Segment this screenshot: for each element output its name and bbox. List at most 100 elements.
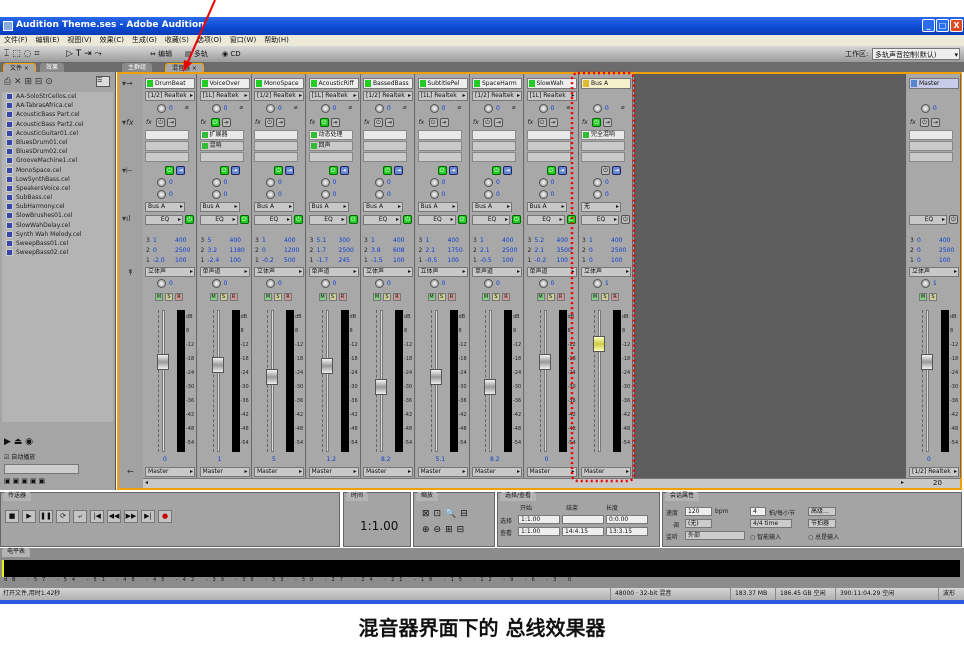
pan-knob[interactable]: [266, 279, 275, 288]
fx-slot[interactable]: [145, 152, 189, 162]
send-level-knob[interactable]: [157, 178, 166, 187]
send-level-value[interactable]: 0: [442, 179, 446, 186]
menu-view[interactable]: 视图(V): [67, 36, 91, 44]
send-level-value[interactable]: 0: [387, 179, 391, 186]
zoom-horizontal-icons[interactable]: ⊠⊡🔍⊟: [422, 509, 472, 519]
volume-knob[interactable]: [429, 104, 439, 113]
eq-button[interactable]: EQ: [308, 215, 347, 225]
fx-slot[interactable]: [472, 141, 516, 151]
volume-fader-track[interactable]: [926, 310, 929, 452]
mute-button[interactable]: M: [264, 293, 272, 301]
eq-gain-value[interactable]: 1: [262, 237, 266, 244]
track-name-field[interactable]: AcousticRiff: [308, 78, 359, 89]
volume-knob[interactable]: [538, 104, 548, 113]
file-item[interactable]: SpeakersVoice.cel: [2, 184, 113, 193]
send-prefader-button[interactable]: ⇥: [612, 166, 621, 175]
input-select[interactable]: [1L] Realtek: [526, 91, 577, 101]
record-arm-button[interactable]: R: [611, 293, 619, 301]
fx-slot[interactable]: [472, 130, 516, 140]
eq-button[interactable]: EQ: [526, 215, 565, 225]
eq-gain-value[interactable]: 3.8: [371, 247, 381, 254]
solo-button[interactable]: S: [546, 293, 555, 301]
view-end-field[interactable]: 14:4.15: [562, 527, 604, 536]
track-name-field[interactable]: Master: [909, 78, 959, 89]
eq-button[interactable]: EQ: [254, 215, 292, 225]
volume-fader-handle[interactable]: [538, 354, 551, 370]
mute-button[interactable]: M: [373, 293, 381, 301]
send-power-button[interactable]: ⏻: [274, 166, 283, 175]
eq-gain-value[interactable]: -2.0: [153, 257, 165, 264]
eq-frequency-value[interactable]: 400: [284, 237, 295, 244]
send-pan-knob[interactable]: [375, 190, 384, 199]
eq-button[interactable]: EQ: [909, 215, 947, 225]
send-level-value[interactable]: 0: [169, 179, 173, 186]
send-pan-knob[interactable]: [266, 190, 275, 199]
send-prefader-button[interactable]: ⇥: [394, 166, 403, 175]
file-item[interactable]: SubBass.cel: [2, 193, 113, 202]
send-bus-select[interactable]: 无: [581, 202, 621, 212]
time-selection-tool-icon[interactable]: ⌶ ⬚ ◌ ⌗: [4, 48, 39, 60]
fx-prefader-button[interactable]: ⇥: [276, 118, 285, 127]
pan-value[interactable]: 0: [551, 280, 555, 287]
eq-gain-value[interactable]: 1: [426, 237, 430, 244]
pan-knob[interactable]: [375, 279, 384, 288]
fx-slot[interactable]: [417, 152, 462, 162]
multitrack-view-button[interactable]: ▤ 多轨: [185, 48, 208, 60]
input-select[interactable]: [1L] Realtek: [199, 91, 250, 101]
input-select[interactable]: [1L] Realtek: [417, 91, 468, 101]
pan-knob[interactable]: [157, 279, 166, 288]
volume-value[interactable]: 0: [496, 105, 500, 112]
send-pan-knob[interactable]: [157, 190, 166, 199]
file-item[interactable]: Synth Wah Melody.cel: [2, 230, 113, 239]
send-level-knob[interactable]: [266, 178, 275, 187]
scroll-right-icon[interactable]: ▸: [901, 479, 904, 486]
file-filter-select[interactable]: [4, 464, 79, 474]
mute-button[interactable]: M: [591, 293, 599, 301]
loop-button[interactable]: ⤶: [73, 510, 87, 523]
eq-frequency-value[interactable]: 2500: [502, 247, 517, 254]
key-select[interactable]: (无): [685, 519, 712, 528]
pan-value[interactable]: 1: [933, 280, 937, 287]
send-bus-select[interactable]: Bus A: [526, 202, 567, 212]
stop-button[interactable]: ■: [5, 510, 19, 523]
volume-fader-track[interactable]: [216, 310, 220, 452]
volume-value[interactable]: 0: [169, 105, 173, 112]
beats-field[interactable]: 4: [750, 507, 766, 516]
file-type-filter-buttons[interactable]: ▣▣▣▣▣: [4, 477, 47, 485]
fx-row-toggle[interactable]: ▾fx: [122, 118, 134, 127]
eq-gain-value[interactable]: 0: [917, 257, 921, 264]
eq-gain-value[interactable]: 5.2: [535, 237, 545, 244]
fx-power-button[interactable]: ⏻: [483, 118, 492, 127]
fx-slot[interactable]: [254, 141, 298, 151]
eq-gain-value[interactable]: 0: [589, 247, 593, 254]
volume-value[interactable]: 0: [442, 105, 446, 112]
eq-power-button[interactable]: ⏻: [348, 215, 358, 224]
mute-button[interactable]: M: [427, 293, 436, 301]
eq-frequency-value[interactable]: 400: [939, 237, 950, 244]
channel-mode-select[interactable]: 立体声: [581, 267, 631, 277]
eq-frequency-value[interactable]: 2500: [339, 247, 354, 254]
volume-value[interactable]: 0: [278, 105, 282, 112]
maximize-button[interactable]: □: [936, 19, 949, 32]
send-prefader-button[interactable]: ⇥: [448, 166, 458, 175]
advanced-button[interactable]: 高级...: [808, 507, 836, 516]
eq-power-button[interactable]: ⏻: [949, 215, 958, 224]
view-length-field[interactable]: 13:3.15: [606, 527, 648, 536]
eq-gain-value[interactable]: 2.1: [535, 247, 545, 254]
record-arm-button[interactable]: R: [393, 293, 401, 301]
phase-invert-icon[interactable]: ⌀: [294, 104, 298, 111]
selection-length-field[interactable]: 0:0.00: [606, 515, 648, 524]
fx-slot[interactable]: 混响: [199, 141, 244, 151]
send-bus-select[interactable]: Bus A: [472, 202, 512, 212]
eq-gain-value[interactable]: 0: [917, 247, 921, 254]
eq-gain-value[interactable]: 0: [589, 257, 593, 264]
phase-invert-icon[interactable]: ⌀: [240, 104, 244, 111]
phase-invert-icon[interactable]: ⌀: [403, 104, 407, 111]
eq-frequency-value[interactable]: 1180: [230, 247, 245, 254]
eq-frequency-value[interactable]: 3500: [557, 247, 572, 254]
eq-frequency-value[interactable]: 400: [502, 237, 513, 244]
phase-invert-icon[interactable]: ⌀: [512, 104, 516, 111]
time-signature-select[interactable]: 4/4 time: [750, 519, 792, 528]
send-level-value[interactable]: 0: [224, 179, 228, 186]
output-select[interactable]: Master: [199, 467, 250, 477]
